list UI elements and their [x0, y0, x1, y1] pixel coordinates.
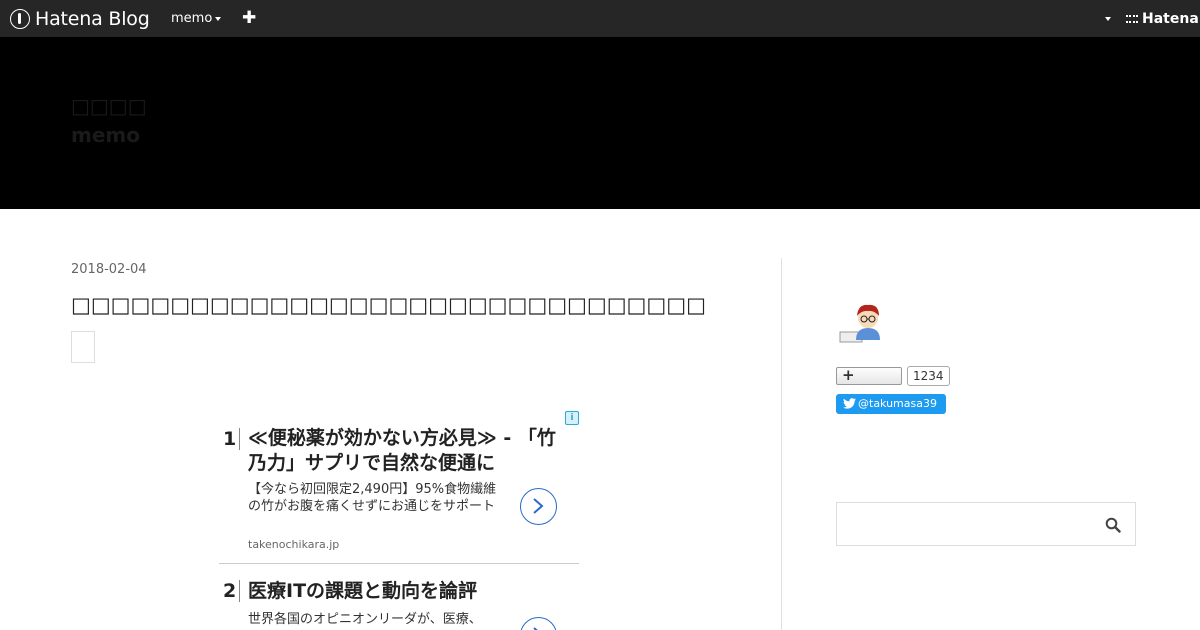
twitter-follow-button[interactable]: @takumasa39	[836, 394, 946, 414]
ad-block: i 1 ≪便秘薬が効かない方必見≫ - 「竹乃力」サプリで自然な便通に 【今なら…	[219, 410, 579, 630]
ad-arrow-button[interactable]	[520, 488, 557, 525]
chevron-right-icon	[533, 498, 544, 514]
ad-bar	[239, 580, 240, 602]
entry-title[interactable]: □□□□□□□□□□□□□□□□□□□□□□□□□□□□□□□□	[71, 291, 761, 319]
ad-separator	[219, 563, 579, 564]
hatena-bookmark-button[interactable]: +	[836, 366, 902, 385]
hatena-logo-icon	[10, 9, 30, 29]
hatena-blog-logo[interactable]: Hatena Blog	[10, 7, 150, 31]
blog-switcher[interactable]: memo	[171, 11, 222, 26]
ad-headline[interactable]: ≪便秘薬が効かない方必見≫ - 「竹乃力」サプリで自然な便通に	[248, 426, 573, 476]
ad-domain: takenochikara.jp	[248, 538, 340, 551]
plus-icon: +	[842, 366, 855, 384]
entry-date[interactable]: 2018-02-04	[71, 262, 147, 277]
ad-headline[interactable]: 医療ITの課題と動向を論評	[248, 579, 573, 604]
ad-body: 世界各国のオピニオンリーダが、医療、	[248, 612, 482, 627]
search-icon[interactable]	[1105, 517, 1121, 533]
ad-bar	[239, 428, 240, 450]
search-module	[836, 502, 1136, 546]
blog-title[interactable]: □□□□	[71, 91, 147, 121]
column-divider	[781, 258, 782, 630]
new-entry-button[interactable]: ✚	[242, 8, 256, 28]
ad-number: 1	[223, 428, 237, 450]
ad-item[interactable]: 2 医療ITの課題と動向を論評 世界各国のオピニオンリーダが、医療、	[219, 579, 579, 630]
ad-number: 2	[223, 580, 237, 602]
twitter-bird-icon	[843, 398, 856, 409]
blog-header: □□□□ memo	[0, 37, 1200, 209]
blog-description: memo	[71, 123, 140, 147]
ad-body: 【今なら初回限定2,490円】95%食物繊維の竹がお腹を痛くせずにお通じをサポー…	[248, 482, 497, 514]
twitter-handle: @takumasa39	[858, 397, 937, 410]
hatena-menu[interactable]: Hatena	[1126, 11, 1199, 27]
hatena-wing-icon	[1126, 15, 1138, 23]
user-menu-chevron-icon[interactable]	[1105, 17, 1111, 21]
ad-arrow-button[interactable]	[520, 617, 557, 630]
logo-text: Hatena Blog	[35, 8, 150, 30]
ad-info-icon[interactable]: i	[565, 411, 579, 425]
profile-avatar[interactable]	[838, 298, 886, 346]
global-header: Hatena Blog memo ✚ Hatena	[0, 0, 1200, 37]
chevron-right-icon	[533, 627, 538, 630]
entry-category-box	[71, 331, 95, 363]
hatena-label: Hatena	[1142, 11, 1199, 27]
bookmark-count[interactable]: 1234	[907, 366, 950, 386]
chevron-down-icon	[215, 17, 222, 21]
ad-item[interactable]: 1 ≪便秘薬が効かない方必見≫ - 「竹乃力」サプリで自然な便通に 【今なら初回…	[219, 426, 579, 564]
search-input[interactable]	[837, 503, 1097, 545]
blog-switcher-label: memo	[171, 11, 213, 26]
